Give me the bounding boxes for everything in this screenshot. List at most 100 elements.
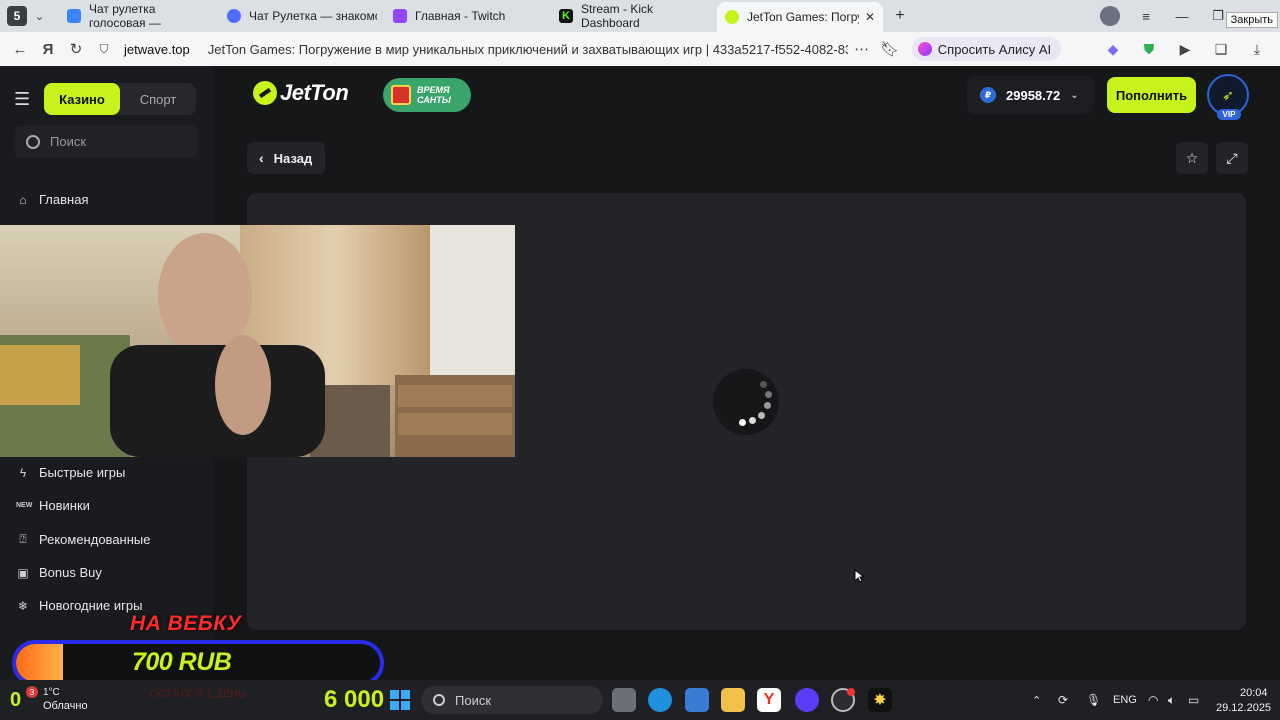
bookmark-icon[interactable]: 🔖︎	[876, 40, 904, 58]
sidebar-item-home[interactable]: ⌂ Главная	[16, 192, 88, 207]
new-icon: NEW	[16, 502, 33, 509]
file-explorer-icon[interactable]	[721, 688, 745, 712]
alice-app-icon[interactable]	[795, 688, 819, 712]
clock-time[interactable]: 20:04	[1240, 687, 1268, 699]
download-icon[interactable]: ⤓	[1242, 41, 1272, 58]
windows-taskbar: 0 3 1°C Облачно ОСТАЛСЯ 1 ДЕНЬ 6 000 Пои…	[0, 680, 1280, 720]
language-indicator[interactable]: ENG	[1113, 680, 1137, 720]
alice-label: Спросить Алису AI	[937, 41, 1052, 57]
tab-title: Главная - Twitch	[415, 9, 506, 23]
microphone-icon[interactable]: 🎙︎	[1086, 680, 1101, 720]
menu-icon[interactable]: ≡	[1128, 9, 1164, 24]
yandex-icon[interactable]: Я	[34, 41, 62, 58]
sidebar-item-new-year-games[interactable]: ❄ Новогодние игры	[16, 598, 143, 613]
sidebar-item-label: Быстрые игры	[39, 465, 126, 480]
profile-avatar[interactable]	[1092, 6, 1128, 26]
reload-icon[interactable]: ↻	[62, 40, 90, 58]
search-input[interactable]: Поиск	[14, 125, 198, 158]
tab-count-badge[interactable]: 5	[7, 6, 27, 26]
chevron-down-icon[interactable]: ⌄	[35, 10, 53, 23]
loading-spinner	[713, 369, 779, 435]
shield-lock-icon[interactable]: ⛉	[90, 42, 118, 57]
sync-icon[interactable]: ⟳	[1058, 680, 1068, 720]
url-page-title[interactable]: JetTon Games: Погружение в мир уникальны…	[208, 42, 848, 57]
back-label: Назад	[273, 150, 313, 166]
donation-subtitle: ОСТАЛСЯ 1 ДЕНЬ	[150, 688, 246, 700]
site-header: JetTon Время Санты ₽ 29958.72 ⌄ Пополнит…	[213, 66, 1280, 126]
url-domain[interactable]: jetwave.top	[124, 42, 190, 57]
twitch-favicon-icon	[393, 9, 407, 23]
ruble-icon: ₽	[980, 87, 996, 103]
play-icon[interactable]: ▶	[1170, 41, 1200, 58]
battery-icon[interactable]: ▭	[1188, 680, 1199, 720]
more-icon[interactable]: ⋯	[848, 40, 876, 58]
back-arrow-icon[interactable]: ←	[6, 41, 34, 58]
search-icon	[26, 134, 40, 149]
alice-icon	[917, 42, 932, 56]
tray-expand-icon[interactable]: ⌃	[1032, 680, 1041, 720]
browser-address-bar: ← Я ↻ ⛉ jetwave.top JetTon Games: Погруж…	[0, 32, 1280, 66]
kick-favicon-icon: K	[559, 9, 573, 23]
mouse-cursor-icon	[854, 569, 864, 583]
overlay-counter-left: 0	[10, 688, 22, 711]
santa-promo-banner[interactable]: Время Санты	[383, 78, 471, 112]
star-icon: ☆	[1185, 149, 1199, 166]
gamepad-icon[interactable]: ◆	[1098, 41, 1128, 58]
sidebar-item-recommended[interactable]: ⍰ Рекомендованные	[16, 532, 150, 547]
browser-tab-3[interactable]: Главная - Twitch	[385, 3, 551, 29]
fullscreen-button[interactable]: ⤢	[1216, 142, 1248, 174]
task-view-icon[interactable]	[612, 688, 636, 712]
donation-progress-fill	[16, 644, 64, 682]
bag-icon: ▣	[17, 565, 29, 580]
clock-date[interactable]: 29.12.2025	[1216, 702, 1271, 714]
vip-badge: VIP	[1217, 109, 1241, 120]
jetton-logo-icon	[253, 81, 277, 105]
sidebar-item-bonus-buy[interactable]: ▣ Bonus Buy	[16, 565, 102, 580]
taskbar-search-box[interactable]: Поиск	[421, 686, 603, 714]
browser-tab-strip: 5 ⌄ Чат рулетка голосовая — Чат Рулетка …	[0, 0, 1280, 32]
shield-icon[interactable]: ⛊	[1134, 41, 1164, 58]
mode-row: ☰ Казино Спорт	[14, 83, 196, 115]
promo-line-1: Время	[417, 85, 450, 95]
balance-dropdown[interactable]: ₽ 29958.72 ⌄	[967, 76, 1093, 114]
sidebar-item-fast-games[interactable]: ϟ Быстрые игры	[16, 465, 126, 480]
promo-text: Время Санты	[417, 85, 451, 105]
new-tab-button[interactable]: +	[889, 5, 911, 27]
deposit-button[interactable]: Пополнить	[1107, 77, 1196, 113]
ask-alice-button[interactable]: Спросить Алису AI	[911, 37, 1062, 61]
sidebar-item-label: Новинки	[39, 498, 90, 513]
tab-title: Stream - Kick Dashboard	[581, 2, 654, 30]
yandex-browser-icon[interactable]: Y	[757, 688, 781, 712]
windows-start-icon[interactable]	[390, 690, 410, 710]
sidebar-item-new[interactable]: NEW Новинки	[16, 498, 90, 513]
close-tab-icon[interactable]: ✕	[865, 10, 875, 24]
sidebar-item-label: Рекомендованные	[39, 532, 151, 547]
lightning-icon: ϟ	[19, 465, 27, 480]
volume-icon[interactable]: 🔈︎	[1168, 680, 1175, 720]
overlay-counter-big: 6 000	[324, 686, 385, 713]
sport-tab[interactable]: Спорт	[120, 83, 196, 115]
extension-toolbar: ◆ ⛊ ▶ ❏ ⤓	[1098, 41, 1280, 58]
browser-tab-4[interactable]: K Stream - Kick Dashboard	[551, 2, 717, 30]
jetton-favicon-icon	[725, 10, 739, 24]
back-button[interactable]: ‹ Назад	[247, 142, 325, 174]
edge-icon[interactable]	[648, 688, 672, 712]
wifi-icon[interactable]: ◠	[1148, 680, 1158, 720]
jetton-logo[interactable]: JetTon	[253, 80, 349, 106]
donation-amount: 700 RUB	[132, 648, 232, 676]
taskbar-search-label: Поиск	[455, 692, 492, 708]
browser-tab-2[interactable]: Чат Рулетка — знакомств	[219, 3, 385, 29]
favorite-button[interactable]: ☆	[1176, 142, 1208, 174]
casino-tab[interactable]: Казино	[44, 83, 120, 115]
store-icon[interactable]	[685, 688, 709, 712]
snowflake-icon: ❄	[17, 598, 29, 613]
browser-tab-1[interactable]: Чат рулетка голосовая —	[59, 2, 219, 30]
minimize-icon[interactable]: —	[1164, 9, 1200, 24]
app-star-icon[interactable]: ✸	[868, 688, 892, 712]
hamburger-menu-icon[interactable]: ☰	[14, 89, 34, 110]
weather-temp[interactable]: 1°C	[43, 687, 60, 698]
promo-line-2: Санты	[417, 95, 451, 105]
browser-tab-active[interactable]: JetTon Games: Погруже ✕	[717, 2, 883, 32]
weather-desc[interactable]: Облачно	[43, 700, 88, 712]
collections-icon[interactable]: ❏	[1206, 41, 1236, 58]
